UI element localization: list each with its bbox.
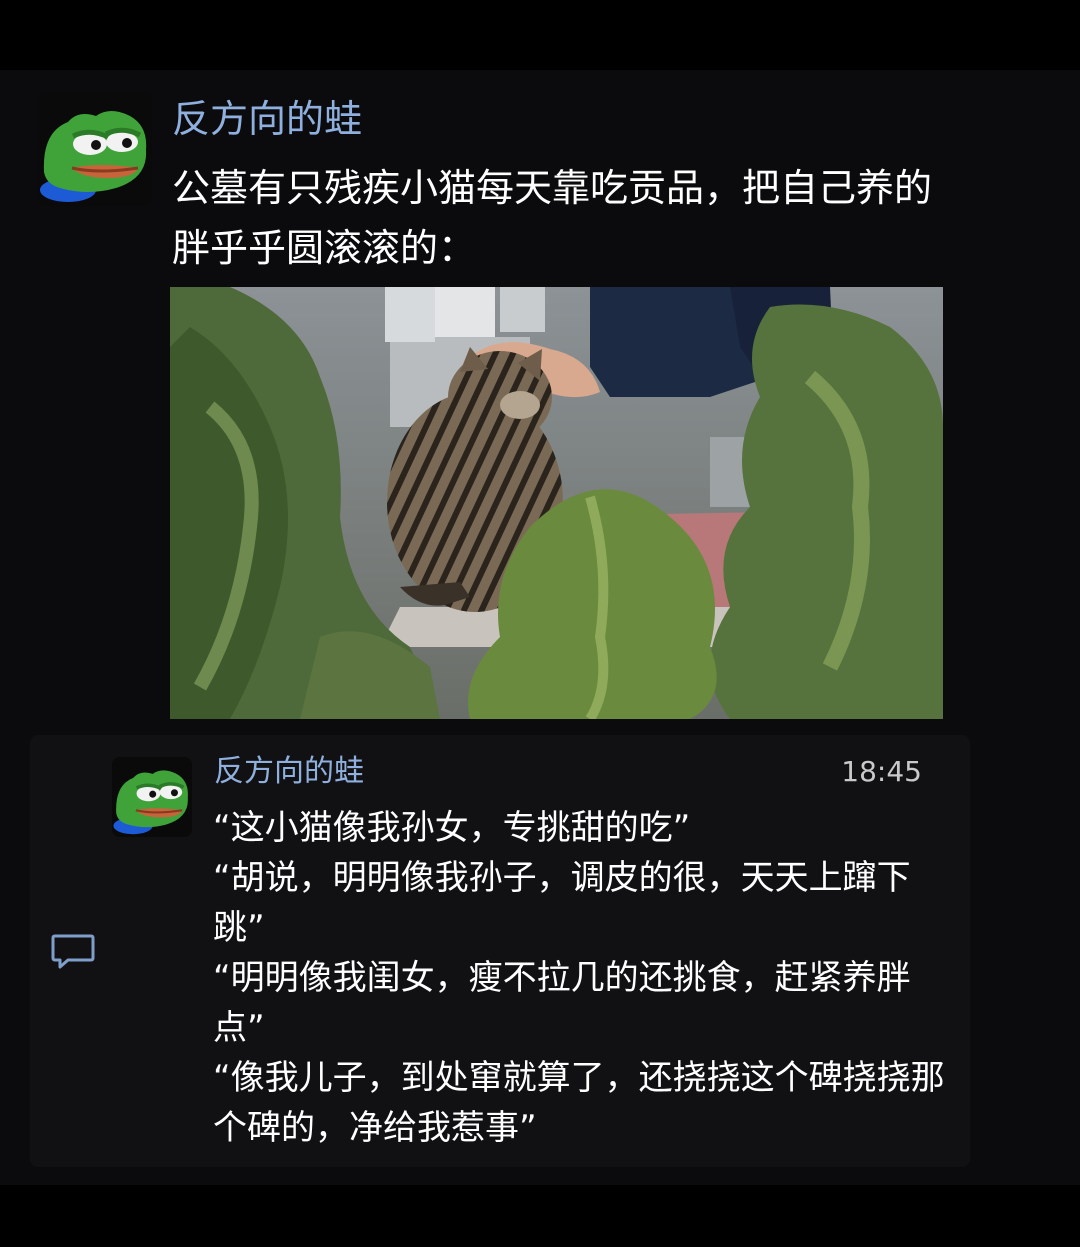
pepe-frog-avatar-icon [112, 757, 192, 837]
comment-line: “明明像我闺女，瘦不拉几的还挑食，赶紧养胖点” [213, 958, 911, 1048]
comment-line: “像我儿子，到处窜就算了，还挠挠这个碑挠挠那个碑的，净给我惹事” [213, 1058, 945, 1148]
post-photo[interactable] [170, 287, 943, 719]
comment-line: “胡说，明明像我孙子，调皮的很，天天上蹿下跳” [213, 858, 911, 948]
tabby-cat-photo [170, 287, 943, 719]
post-avatar[interactable] [38, 92, 152, 206]
comment-lines: “这小猫像我孙女，专挑甜的吃” “胡说，明明像我孙子，调皮的很，天天上蹿下跳” … [213, 803, 948, 1153]
post-author-name[interactable]: 反方向的蛙 [172, 92, 362, 146]
pepe-frog-avatar-icon [38, 92, 152, 206]
comment-author-name[interactable]: 反方向的蛙 [214, 750, 364, 794]
comment-line: “这小猫像我孙女，专挑甜的吃” [213, 808, 691, 848]
comment-avatar[interactable] [112, 757, 192, 837]
post-text: 公墓有只残疾小猫每天靠吃贡品，把自己养的胖乎乎圆滚滚的： [172, 166, 933, 270]
screen: 反方向的蛙 公墓有只残疾小猫每天靠吃贡品，把自己养的胖乎乎圆滚滚的： 反方向的蛙… [0, 0, 1080, 1247]
comment-timestamp: 18:45 [841, 755, 922, 788]
comment-bubble-icon[interactable] [50, 932, 96, 972]
